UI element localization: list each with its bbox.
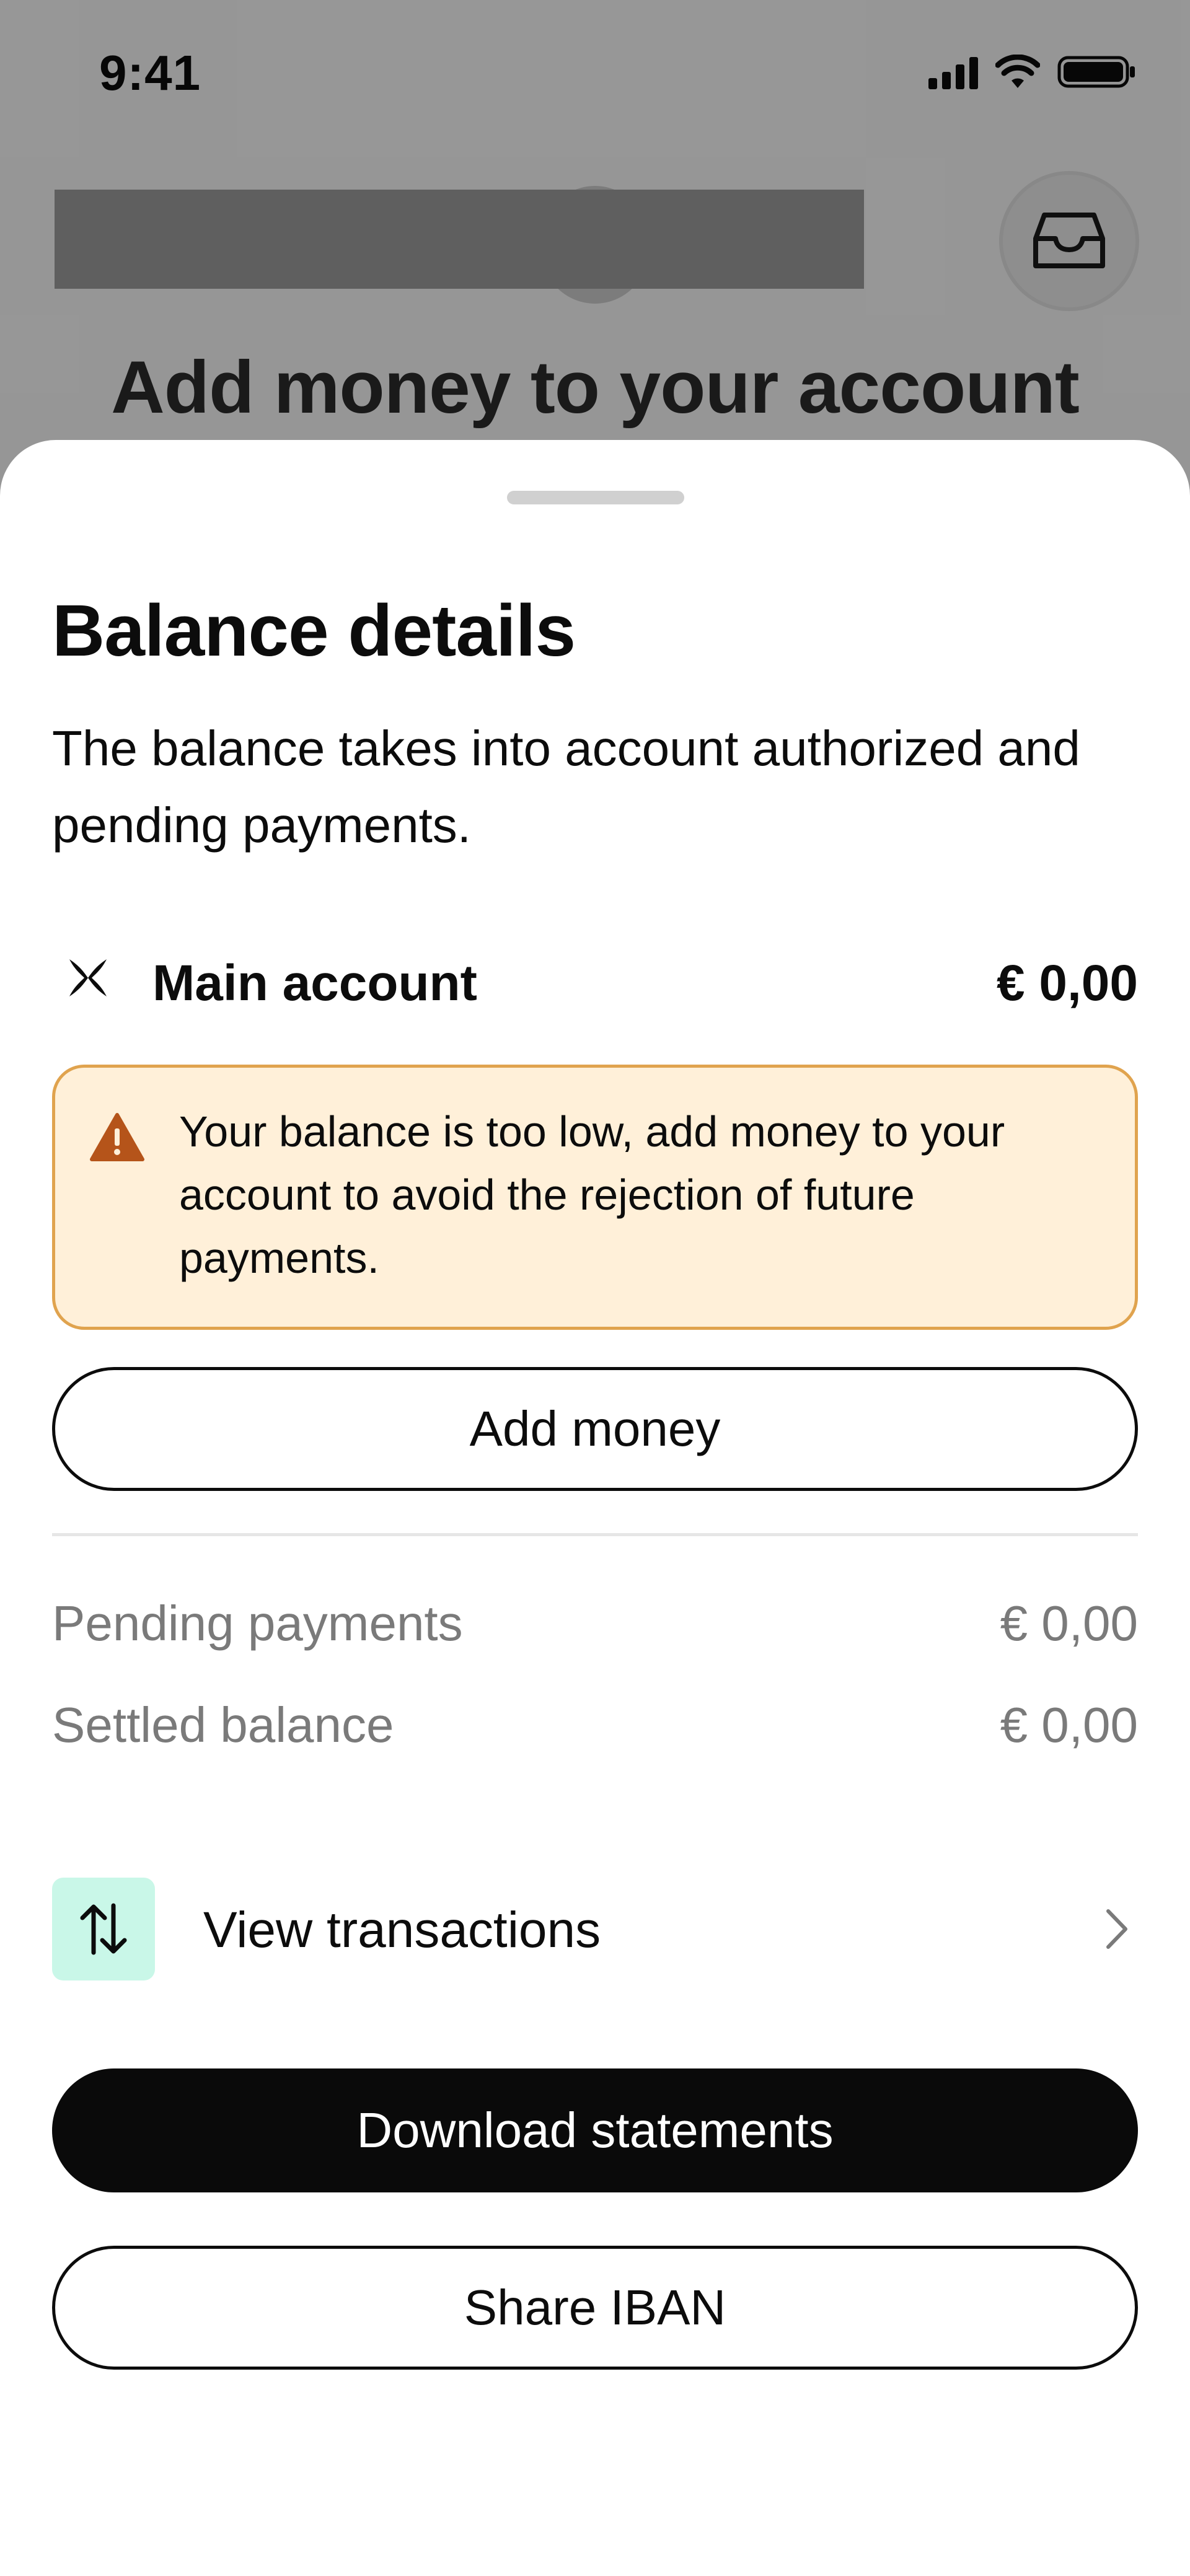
account-amount: € 0,00: [997, 955, 1138, 1011]
warning-text: Your balance is too low, add money to yo…: [179, 1107, 1005, 1282]
view-transactions-label: View transactions: [203, 1902, 601, 1958]
sheet-title: Balance details: [52, 590, 576, 672]
balance-details-sheet: Balance details The balance takes into a…: [0, 440, 1190, 2576]
share-iban-button[interactable]: Share IBAN: [52, 2246, 1138, 2370]
pending-payments-label: Pending payments: [52, 1596, 463, 1651]
account-logo-icon: [69, 959, 107, 996]
pending-payments-row: Pending payments € 0,00: [52, 1595, 1138, 1663]
divider: [52, 1533, 1138, 1536]
transfer-arrows-icon: [80, 1903, 127, 1955]
settled-balance-label: Settled balance: [52, 1697, 394, 1752]
pending-payments-value: € 0,00: [1000, 1596, 1138, 1651]
settled-balance-row: Settled balance € 0,00: [52, 1697, 1138, 1765]
transactions-icon-box: [52, 1878, 155, 1980]
download-statements-button[interactable]: Download statements: [52, 2068, 1138, 2192]
view-transactions-row[interactable]: View transactions: [52, 1878, 1138, 1980]
main-account-row: Main account € 0,00: [52, 942, 1138, 1016]
add-money-button[interactable]: Add money: [52, 1367, 1138, 1491]
sheet-grabber[interactable]: [507, 491, 684, 504]
account-name: Main account: [152, 955, 477, 1011]
settled-balance-value: € 0,00: [1000, 1697, 1138, 1752]
chevron-right-icon: [1106, 1909, 1127, 1949]
warning-triangle-icon: [90, 1113, 144, 1161]
low-balance-warning: Your balance is too low, add money to yo…: [52, 1065, 1138, 1330]
sheet-description: The balance takes into account authorize…: [52, 721, 1080, 853]
